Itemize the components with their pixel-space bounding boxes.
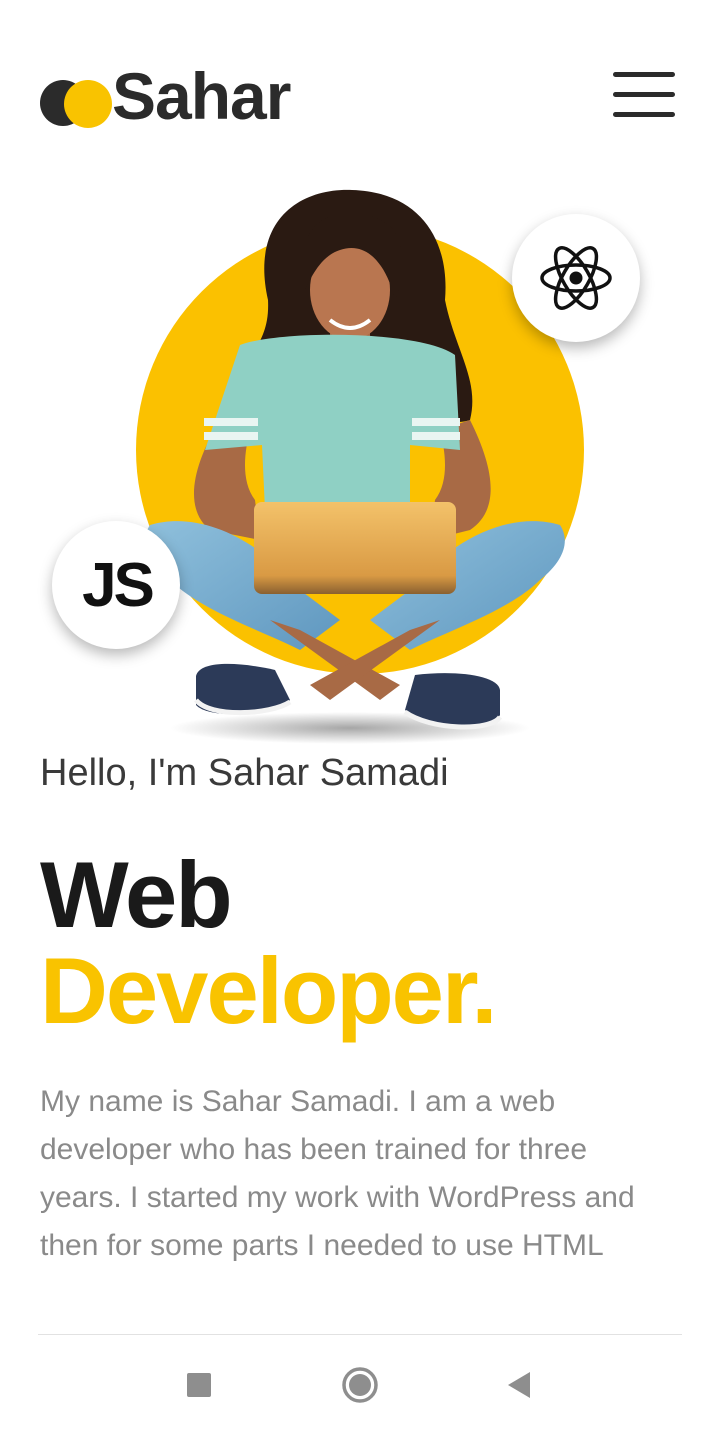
js-label: JS xyxy=(82,550,155,620)
triangle-back-icon[interactable] xyxy=(498,1365,538,1405)
hero-section: JS xyxy=(0,180,714,750)
logo-text: Sahar xyxy=(112,59,291,133)
description-line: years. I started my work with WordPress … xyxy=(40,1181,635,1214)
hamburger-menu-icon[interactable] xyxy=(613,70,675,118)
react-atom-icon xyxy=(540,246,612,310)
page: Sahar JS Hello, I'm Sahar Samadi Web Dev… xyxy=(0,0,714,1431)
greeting: Hello, I'm Sahar Samadi xyxy=(40,752,449,794)
headline-line-2: Developer. xyxy=(40,938,497,1043)
two-circles-logo-icon xyxy=(40,70,114,128)
react-badge xyxy=(512,214,640,342)
description-line: My name is Sahar Samadi. I am a web xyxy=(40,1085,556,1118)
intro-description: My name is Sahar Samadi. I am a web deve… xyxy=(40,1078,690,1270)
logo[interactable]: Sahar xyxy=(40,56,291,136)
circle-home-icon[interactable] xyxy=(340,1365,380,1405)
js-badge: JS xyxy=(52,521,180,649)
description-line: developer who has been trained for three xyxy=(40,1133,588,1166)
square-recents-icon[interactable] xyxy=(179,1365,219,1405)
system-navigation-bar xyxy=(0,1335,714,1431)
description-line: then for some parts I needed to use HTML xyxy=(40,1229,604,1262)
headline-line-1: Web xyxy=(40,842,233,947)
